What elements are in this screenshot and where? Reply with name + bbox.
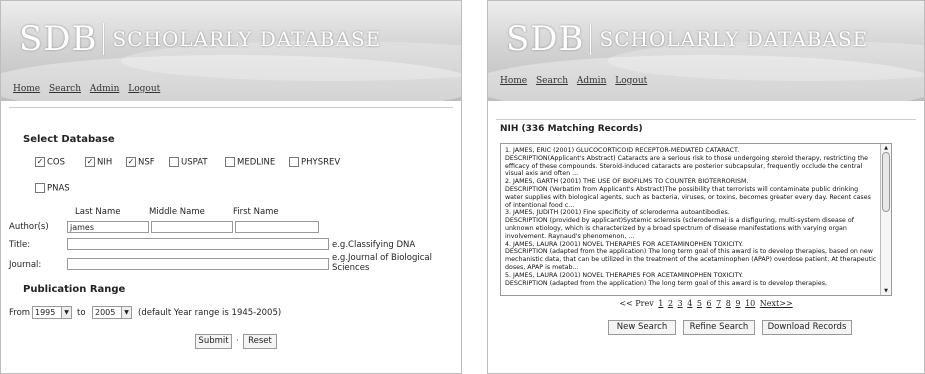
page-link[interactable]: 9 [735, 299, 740, 308]
checkbox-icon [225, 157, 235, 167]
page-link[interactable]: 5 [697, 299, 702, 308]
title-hint: e.g.Classifying DNA [332, 240, 416, 250]
checkbox-icon: ✓ [126, 157, 136, 167]
reset-button[interactable]: Reset [243, 334, 277, 349]
header-middle-name: Middle Name [149, 207, 205, 217]
db-checkbox-uspat[interactable]: USPAT [169, 157, 208, 168]
db-checkbox-nsf[interactable]: ✓ NSF [126, 157, 155, 168]
page-link[interactable]: 4 [687, 299, 692, 308]
db-checkbox-physrev[interactable]: PHYSREV [289, 157, 340, 168]
logo-text: SCHOLARLY DATABASE [599, 27, 869, 51]
checkbox-icon: ✓ [85, 157, 95, 167]
journal-label: Journal: [9, 260, 42, 270]
record-line: 1. JAMES, ERIC (2001) GLUCOCORTICOID REC… [505, 147, 740, 154]
record-line: 5. JAMES, LAURA (2001) NOVEL THERAPIES F… [505, 271, 743, 279]
logo-mark: SDB [506, 19, 585, 59]
author-middle-name-input[interactable] [151, 221, 233, 233]
page-link[interactable]: 2 [668, 299, 673, 308]
from-label: From [9, 308, 31, 318]
logo-mark: SDB [19, 19, 98, 59]
range-note: (default Year range is 1945-2005) [138, 308, 282, 318]
chevron-down-icon: ▼ [61, 307, 71, 318]
page-link[interactable]: 6 [707, 299, 712, 308]
author-first-name-input[interactable] [235, 221, 319, 233]
record-description: DESCRIPTION (adapted from the applicatio… [505, 279, 828, 287]
journal-hint: e.g.Journal of Biological Sciences [332, 253, 432, 273]
results-heading: NIH (336 Matching Records) [500, 124, 643, 134]
title-label: Title: [9, 240, 31, 250]
page-link[interactable]: 3 [678, 299, 683, 308]
nav-search[interactable]: Search [49, 84, 81, 94]
page-link[interactable]: 7 [716, 299, 721, 308]
page-link[interactable]: 10 [745, 299, 755, 308]
record-line: 2. JAMES, GARTH (2001) THE USE OF BIOFIL… [505, 178, 749, 186]
header-banner: SDB SCHOLARLY DATABASE Home Search Admin… [1, 1, 461, 101]
nav-bar: Home Search Admin Logout [13, 84, 166, 94]
nav-admin[interactable]: Admin [577, 76, 606, 86]
author-last-name-input[interactable]: james [67, 221, 149, 233]
nav-admin[interactable]: Admin [90, 84, 119, 94]
db-checkbox-cos[interactable]: ✓ COS [35, 157, 65, 168]
title-input[interactable] [67, 238, 329, 250]
scroll-down-icon[interactable]: ▼ [881, 287, 891, 295]
scroll-thumb[interactable] [882, 152, 890, 212]
logo: SDB SCHOLARLY DATABASE [19, 19, 381, 59]
from-year-select[interactable]: 1995 ▼ [32, 306, 72, 319]
author-label: Author(s) [9, 222, 49, 232]
publication-range-title: Publication Range [23, 284, 126, 295]
nav-bar: Home Search Admin Logout [500, 76, 653, 86]
search-panel: SDB SCHOLARLY DATABASE Home Search Admin… [0, 0, 462, 374]
download-records-button[interactable]: Download Records [762, 320, 852, 335]
page-link[interactable]: 8 [726, 299, 731, 308]
records-scrollbar[interactable]: ▲ ▼ [880, 144, 891, 295]
logo-text: SCHOLARLY DATABASE [112, 27, 382, 51]
pager-prev[interactable]: << Prev [619, 299, 653, 308]
scroll-up-icon[interactable]: ▲ [881, 144, 891, 152]
logo: SDB SCHOLARLY DATABASE [506, 19, 868, 59]
record-line: 3. JAMES, JUDITH (2001) Fine specificity… [505, 209, 730, 217]
nav-logout[interactable]: Logout [615, 76, 647, 86]
nav-home[interactable]: Home [500, 76, 527, 86]
record-description: DESCRIPTION (provided by applicant)Syste… [505, 217, 854, 240]
db-checkbox-nih[interactable]: ✓ NIH [85, 157, 112, 168]
pagination: << Prev 1 2 3 4 5 6 7 8 9 10 Next>> [488, 299, 924, 308]
record-description: DESCRIPTION (adapted from the applicatio… [505, 248, 877, 271]
select-database-title: Select Database [23, 134, 115, 145]
search-form: Select Database ✓ COS ✓ NIH ✓ NSF USPAT MED… [1, 101, 461, 373]
to-label: to [77, 308, 86, 318]
page-link[interactable]: 1 [658, 299, 663, 308]
pager-next[interactable]: Next>> [760, 299, 793, 308]
db-checkbox-pnas[interactable]: PNAS [35, 183, 70, 194]
header-first-name: First Name [233, 207, 279, 217]
nav-search[interactable]: Search [536, 76, 568, 86]
db-checkbox-medline[interactable]: MEDLINE [225, 157, 275, 168]
chevron-down-icon: ▼ [121, 307, 131, 318]
checkbox-icon [289, 157, 299, 167]
header-banner: SDB SCHOLARLY DATABASE Home Search Admin… [488, 1, 924, 101]
journal-input[interactable] [67, 258, 329, 270]
refine-search-button[interactable]: Refine Search [683, 320, 755, 335]
to-year-select[interactable]: 2005 ▼ [92, 306, 132, 319]
checkbox-icon: ✓ [35, 157, 45, 167]
results-content: NIH (336 Matching Records) 1. JAMES, ERI… [488, 101, 924, 373]
new-search-button[interactable]: New Search [608, 320, 676, 335]
submit-button[interactable]: Submit [195, 334, 232, 349]
nav-logout[interactable]: Logout [128, 84, 160, 94]
nav-home[interactable]: Home [13, 84, 40, 94]
record-description: DESCRIPTION (Verbatim from Applicant's A… [505, 185, 871, 209]
checkbox-icon [169, 157, 179, 167]
header-last-name: Last Name [75, 207, 121, 217]
record-description: DESCRIPTION(Applicant's Abstract) Catara… [505, 154, 869, 178]
results-panel: SDB SCHOLARLY DATABASE Home Search Admin… [487, 0, 925, 374]
records-list[interactable]: 1. JAMES, ERIC (2001) GLUCOCORTICOID REC… [500, 143, 892, 296]
checkbox-icon [35, 183, 45, 193]
record-line: 4. JAMES, LAURA (2001) NOVEL THERAPIES F… [505, 240, 743, 248]
